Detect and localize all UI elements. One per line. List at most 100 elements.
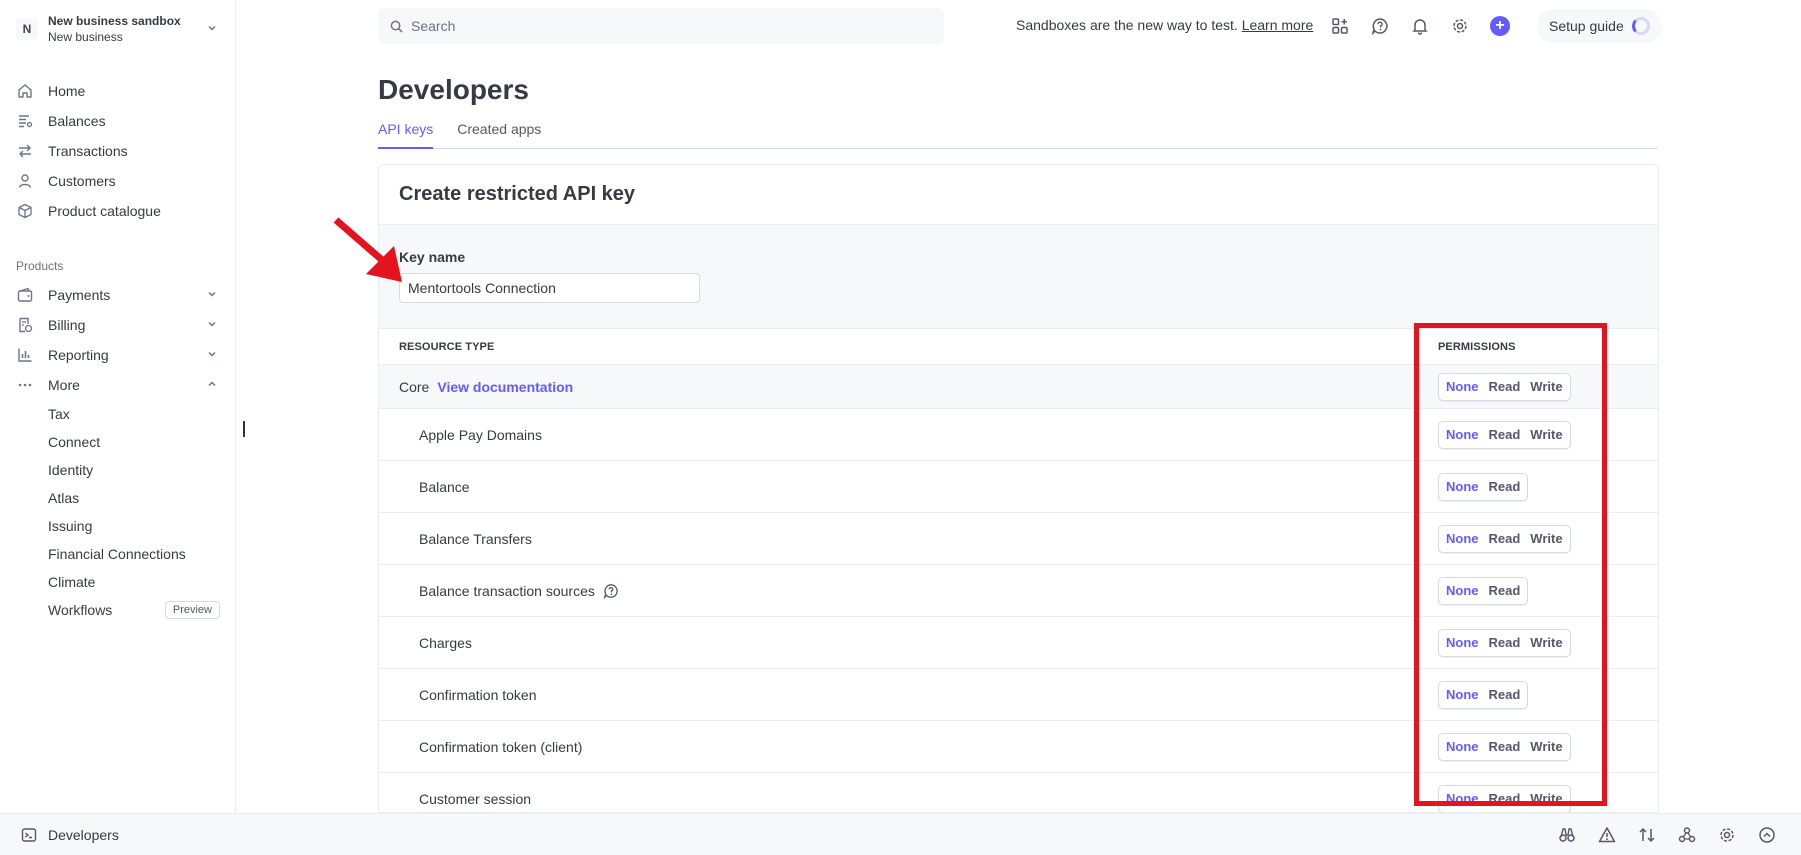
setup-guide-label: Setup guide [1549, 18, 1624, 34]
chevron-up-icon [204, 379, 220, 392]
create-plus-button[interactable]: + [1480, 10, 1520, 42]
learn-more-link[interactable]: Learn more [1242, 17, 1314, 33]
apps-icon[interactable] [1320, 10, 1360, 42]
permission-write-option[interactable]: Write [1525, 531, 1567, 546]
permission-read-option[interactable]: Read [1484, 635, 1526, 650]
account-switcher[interactable]: N New business sandbox New business [16, 12, 220, 46]
products-section-title: Products [16, 259, 64, 273]
permission-read-option[interactable]: Read [1484, 379, 1526, 394]
sidebar-item-label: Identity [48, 462, 94, 478]
inspector-binoculars-icon[interactable] [1547, 820, 1587, 850]
transactions-icon [16, 142, 34, 160]
view-documentation-link[interactable]: View documentation [437, 379, 573, 395]
sidebar: N New business sandbox New business Home… [0, 0, 236, 813]
account-subtitle: New business [48, 30, 123, 44]
permission-read-option[interactable]: Read [1484, 479, 1526, 494]
table-header: RESOURCE TYPE PERMISSIONS [379, 329, 1658, 365]
permission-read-option[interactable]: Read [1484, 739, 1526, 754]
setup-guide-button[interactable]: Setup guide [1537, 9, 1662, 43]
sidebar-item-identity[interactable]: Identity [48, 456, 220, 484]
permission-write-option[interactable]: Write [1525, 635, 1567, 650]
sidebar-item-balances[interactable]: Balances [16, 106, 220, 136]
tab-api-keys[interactable]: API keys [378, 121, 434, 149]
create-restricted-key-card: Create restricted API key Key name RESOU… [378, 164, 1659, 813]
key-name-input[interactable] [399, 273, 700, 303]
developers-toolbar-button[interactable]: Developers [20, 826, 119, 844]
sidebar-item-label: Payments [48, 287, 111, 303]
payments-icon [16, 286, 34, 304]
permission-read-option[interactable]: Read [1484, 687, 1526, 702]
permission-none-option[interactable]: None [1441, 739, 1484, 754]
resource-name: Charges [419, 634, 472, 651]
permission-read-option[interactable]: Read [1484, 791, 1526, 806]
sidebar-item-label: Customers [48, 173, 116, 189]
sidebar-item-transactions[interactable]: Transactions [16, 136, 220, 166]
sidebar-item-label: Product catalogue [48, 203, 161, 219]
sidebar-item-label: Balances [48, 113, 106, 129]
tabs: API keys Created apps [378, 121, 1658, 149]
help-icon[interactable] [603, 583, 619, 599]
sidebar-item-payments[interactable]: Payments [16, 280, 220, 310]
product-catalogue-icon [16, 202, 34, 220]
permission-write-option[interactable]: Write [1525, 791, 1567, 806]
table-row: Balance transaction sources None Read [379, 565, 1658, 617]
collapse-chevron-up-icon[interactable] [1747, 820, 1787, 850]
customers-icon [16, 172, 34, 190]
permission-read-option[interactable]: Read [1484, 427, 1526, 442]
resource-name: Confirmation token [419, 686, 537, 703]
permission-none-option[interactable]: None [1441, 635, 1484, 650]
sidebar-item-label: Billing [48, 317, 86, 333]
top-icons: + [1320, 10, 1520, 42]
permission-none-option[interactable]: None [1441, 479, 1484, 494]
permission-none-option[interactable]: None [1441, 791, 1484, 806]
sidebar-item-label: Financial Connections [48, 546, 186, 562]
permission-read-option[interactable]: Read [1484, 531, 1526, 546]
terminal-icon [20, 826, 38, 844]
permission-none-option[interactable]: None [1441, 583, 1484, 598]
sidebar-item-atlas[interactable]: Atlas [48, 484, 220, 512]
bottom-bar: Developers [0, 813, 1801, 855]
help-icon[interactable] [1360, 10, 1400, 42]
bottom-settings-gear-icon[interactable] [1707, 820, 1747, 850]
sidebar-item-workflows[interactable]: Workflows Preview [48, 596, 220, 624]
sidebar-item-tax[interactable]: Tax [48, 400, 220, 428]
permission-none-option[interactable]: None [1441, 379, 1484, 394]
settings-gear-icon[interactable] [1440, 10, 1480, 42]
notifications-bell-icon[interactable] [1400, 10, 1440, 42]
webhooks-icon[interactable] [1667, 820, 1707, 850]
permission-toggle: None Read [1438, 680, 1529, 709]
permission-write-option[interactable]: Write [1525, 379, 1567, 394]
sidebar-item-billing[interactable]: Billing [16, 310, 220, 340]
sidebar-item-more[interactable]: More [16, 370, 220, 400]
sidebar-item-home[interactable]: Home [16, 76, 220, 106]
sidebar-item-reporting[interactable]: Reporting [16, 340, 220, 370]
progress-ring-icon [1631, 17, 1650, 35]
sidebar-item-product-catalogue[interactable]: Product catalogue [16, 196, 220, 226]
sidebar-item-customers[interactable]: Customers [16, 166, 220, 196]
sidebar-item-climate[interactable]: Climate [48, 568, 220, 596]
permission-write-option[interactable]: Write [1525, 427, 1567, 442]
search-input[interactable] [411, 18, 911, 34]
text-cursor [243, 421, 245, 437]
resource-name: Balance transaction sources [419, 582, 595, 599]
sidebar-item-financial-connections[interactable]: Financial Connections [48, 540, 220, 568]
permission-toggle: None Read [1438, 472, 1529, 501]
permission-none-option[interactable]: None [1441, 427, 1484, 442]
permission-read-option[interactable]: Read [1484, 583, 1526, 598]
permission-write-option[interactable]: Write [1525, 739, 1567, 754]
warning-triangle-icon[interactable] [1587, 820, 1627, 850]
core-row: Core View documentation None Read Write [379, 365, 1658, 409]
sidebar-item-issuing[interactable]: Issuing [48, 512, 220, 540]
plus-icon: + [1490, 16, 1510, 36]
sort-arrows-icon[interactable] [1627, 820, 1667, 850]
tab-created-apps[interactable]: Created apps [457, 121, 541, 149]
resource-name: Balance Transfers [419, 530, 532, 547]
preview-badge: Preview [164, 601, 220, 619]
permission-none-option[interactable]: None [1441, 531, 1484, 546]
sidebar-item-connect[interactable]: Connect [48, 428, 220, 456]
permission-none-option[interactable]: None [1441, 687, 1484, 702]
search-bar[interactable] [378, 8, 944, 44]
permission-toggle: None Read Write [1438, 524, 1571, 553]
permissions-header: PERMISSIONS [1438, 340, 1516, 353]
sidebar-item-label: More [48, 377, 80, 393]
